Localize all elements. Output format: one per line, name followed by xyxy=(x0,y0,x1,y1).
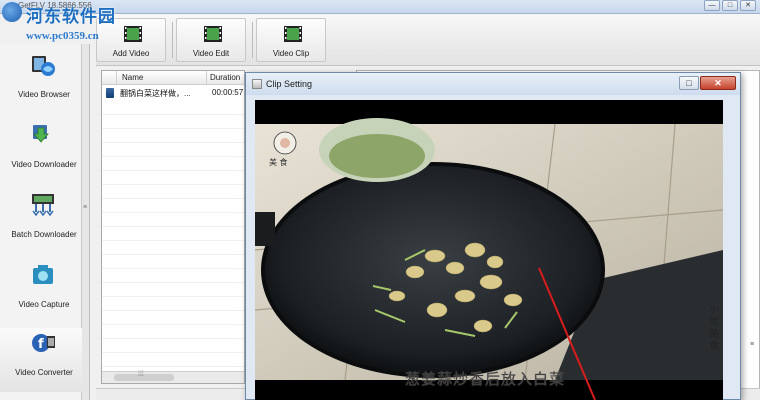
download-icon xyxy=(33,125,49,143)
column-header-name[interactable]: Name xyxy=(122,73,143,82)
scrollbar-thumb[interactable]: ⁞⁞⁞ xyxy=(114,371,174,381)
sidebar-item-video-capture[interactable]: Video Capture xyxy=(0,260,82,324)
batch-download-icon xyxy=(32,194,54,217)
watermark-title: 河东软件园 xyxy=(26,7,116,27)
table-row[interactable]: 翻锅白菜这样做，... 00:00:57 xyxy=(102,86,244,100)
browser-icon xyxy=(32,56,55,76)
sidebar-item-label: Video Converter xyxy=(15,368,73,377)
sidebar-item-video-converter[interactable]: f Video Converter xyxy=(0,328,82,392)
file-name: 翻锅白菜这样做，... xyxy=(120,89,191,98)
maximize-button[interactable]: □ xyxy=(722,0,738,11)
sidebar-item-label: Video Downloader xyxy=(11,160,77,169)
file-list: Name Duration 翻锅白菜这样做，... 00:00:57 ⁞⁞⁞ xyxy=(101,70,245,384)
close-button[interactable]: ✕ xyxy=(740,0,756,11)
sidebar-item-batch-downloader[interactable]: Batch Downloader xyxy=(0,190,82,254)
film-clip-icon xyxy=(284,26,302,42)
convert-icon: f xyxy=(32,334,55,352)
sidebar-splitter[interactable]: ≡ xyxy=(82,44,90,400)
add-video-label: Add Video xyxy=(112,49,150,58)
sidebar-item-label: Batch Downloader xyxy=(11,230,77,239)
file-duration: 00:00:57 xyxy=(212,88,244,97)
channel-watermark: 小房美食 xyxy=(709,305,719,352)
file-list-header: Name Duration xyxy=(102,71,244,85)
sidebar-item-video-browser[interactable]: Video Browser xyxy=(0,50,82,114)
sidebar-item-video-downloader[interactable]: Video Downloader xyxy=(0,120,82,184)
horizontal-scrollbar[interactable]: ⁞⁞⁞ xyxy=(102,371,244,383)
film-edit-icon xyxy=(204,26,222,42)
video-subtitle: 葱姜蒜炒香后放入白菜 xyxy=(405,370,566,388)
column-header-duration[interactable]: Duration xyxy=(210,73,240,82)
video-preview[interactable]: 美 食 小房美食 葱姜蒜炒香后放入白菜 xyxy=(255,100,723,400)
window-controls: — □ ✕ xyxy=(704,0,756,11)
watermark: 河东软件园 www.pc0359.cn xyxy=(0,0,150,46)
vertical-scrollbar[interactable]: ≡ xyxy=(745,341,759,389)
watermark-logo-icon xyxy=(2,2,22,22)
video-edit-label: Video Edit xyxy=(192,49,230,58)
sidebar-item-label: Video Browser xyxy=(18,90,70,99)
dialog-title-bar[interactable]: Clip Setting □ ✕ xyxy=(246,73,740,95)
video-frame xyxy=(255,100,723,400)
camera-icon xyxy=(33,265,53,284)
dialog-close-button[interactable]: ✕ xyxy=(700,76,736,90)
dialog-app-icon xyxy=(252,79,262,89)
file-list-empty-rows xyxy=(102,101,244,371)
toolbar-divider xyxy=(252,22,253,58)
dialog-window-controls: □ ✕ xyxy=(679,76,736,90)
dialog-title: Clip Setting xyxy=(266,79,313,89)
watermark-url: www.pc0359.cn xyxy=(26,30,99,42)
video-edit-button[interactable]: Video Edit xyxy=(176,18,246,62)
toolbar-divider xyxy=(172,22,173,58)
svg-text:f: f xyxy=(38,337,44,352)
video-file-icon xyxy=(106,88,114,98)
sidebar-item-label: Video Capture xyxy=(18,300,70,309)
minimize-button[interactable]: — xyxy=(704,0,720,11)
video-clip-label: Video Clip xyxy=(272,49,310,58)
sidebar: Video Browser Video Downloader Batch Dow… xyxy=(0,44,82,400)
video-clip-button[interactable]: Video Clip xyxy=(256,18,326,62)
clip-setting-dialog: Clip Setting □ ✕ 美 食 小房美食 葱姜蒜炒香后放入白菜 xyxy=(245,72,741,400)
dialog-maximize-button[interactable]: □ xyxy=(679,76,699,90)
toolbar: Add Video Video Edit Video Clip xyxy=(96,14,760,66)
channel-logo: 美 食 xyxy=(269,158,288,167)
